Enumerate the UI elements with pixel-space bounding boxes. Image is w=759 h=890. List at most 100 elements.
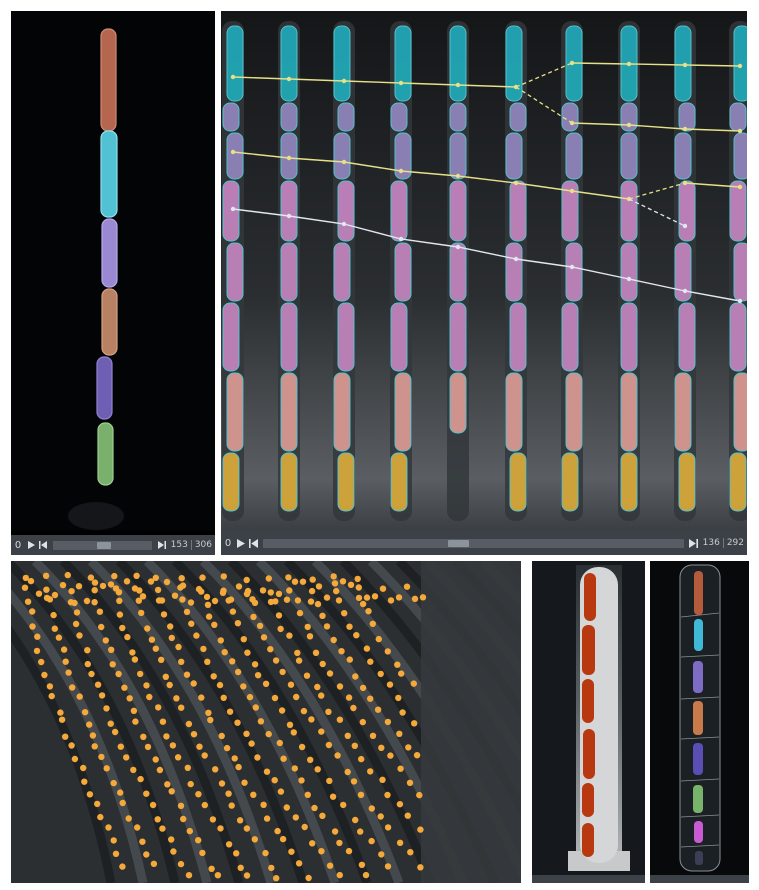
frame-slider-thumb[interactable] — [97, 541, 112, 549]
detected-point — [371, 593, 379, 600]
detected-point — [278, 707, 286, 714]
play-icon — [237, 538, 245, 548]
detected-point — [109, 661, 116, 668]
detected-point — [184, 764, 191, 771]
cell-segment — [505, 372, 523, 452]
detected-point — [419, 594, 427, 601]
detected-point — [115, 589, 123, 596]
detected-point — [225, 790, 232, 797]
detected-point — [318, 728, 325, 735]
cell-segment — [222, 102, 240, 132]
detected-point — [294, 649, 301, 657]
detected-point — [125, 815, 132, 822]
step-back-button[interactable] — [37, 539, 49, 551]
detected-point — [88, 670, 95, 678]
labeled-trench-panel — [650, 561, 749, 883]
cell-segment — [280, 25, 298, 102]
detected-point — [363, 594, 371, 601]
detected-point — [201, 801, 208, 809]
detected-point — [223, 744, 231, 752]
detected-point — [130, 766, 137, 774]
detected-point — [417, 864, 424, 871]
detected-point — [336, 716, 344, 723]
frame-slider-thumb[interactable] — [448, 539, 470, 547]
cell-segment — [280, 102, 298, 132]
cell-segment — [222, 180, 240, 242]
detected-point — [219, 589, 227, 596]
detected-point — [164, 781, 171, 788]
detected-point — [41, 671, 48, 679]
detected-point — [143, 851, 150, 858]
detected-point — [265, 730, 272, 738]
step-forward-button[interactable] — [688, 537, 700, 549]
detected-point — [283, 596, 291, 603]
play-button[interactable] — [235, 537, 247, 549]
step-forward-button[interactable] — [156, 539, 168, 551]
detected-point — [131, 656, 139, 663]
detected-point — [331, 828, 339, 835]
frame-slider[interactable] — [263, 538, 684, 548]
detected-point — [395, 594, 403, 601]
step-back-button[interactable] — [247, 537, 259, 549]
cell-segment — [449, 180, 467, 242]
detected-point — [217, 637, 224, 644]
detected-point — [275, 590, 283, 597]
detected-point — [188, 620, 195, 627]
detected-point — [311, 804, 318, 812]
play-button[interactable] — [25, 539, 37, 551]
detected-point — [218, 780, 226, 787]
detected-point — [306, 633, 314, 640]
detected-point — [159, 718, 167, 725]
cell-segment — [333, 25, 351, 102]
detected-point — [307, 598, 315, 605]
detected-point — [336, 871, 343, 879]
detected-point — [358, 755, 365, 763]
detected-point — [262, 849, 269, 857]
detected-point — [260, 801, 267, 808]
detected-point — [355, 594, 363, 602]
detected-point — [190, 731, 198, 738]
cell-segment — [449, 132, 467, 180]
detected-point — [117, 743, 125, 750]
cell-segment — [674, 25, 692, 102]
lineage-node — [737, 298, 743, 304]
detected-point — [368, 805, 375, 812]
detected-point — [163, 578, 171, 586]
detected-point — [251, 836, 258, 843]
detected-point — [295, 657, 303, 664]
detected-point — [262, 680, 270, 687]
detected-point — [318, 848, 325, 855]
detected-point — [226, 708, 234, 715]
detected-point — [359, 718, 366, 726]
detected-point — [154, 816, 161, 823]
detected-point — [265, 575, 272, 582]
detected-point — [355, 584, 362, 591]
detected-point — [319, 660, 326, 668]
detected-point — [76, 632, 83, 639]
lineage-node — [286, 213, 292, 219]
lineage-node — [455, 82, 461, 88]
detected-point — [27, 577, 35, 585]
lineage-tracking-panel: 0 136 292 — [221, 11, 747, 555]
detected-point — [308, 587, 316, 595]
detected-point — [359, 600, 367, 608]
cell-segment — [101, 288, 118, 356]
lineage-node — [513, 180, 519, 186]
detected-point — [139, 593, 147, 600]
detected-point — [195, 791, 202, 798]
cell-segment — [693, 743, 703, 775]
detected-point — [338, 648, 345, 655]
detected-point — [205, 613, 213, 620]
detected-point — [91, 587, 98, 594]
detected-point — [319, 612, 326, 619]
detected-point — [228, 802, 235, 809]
cell-segment — [100, 130, 118, 218]
detected-point — [72, 620, 80, 628]
cell-segment — [733, 132, 747, 180]
detected-point — [227, 596, 235, 603]
detected-point — [336, 839, 343, 847]
detected-point — [354, 575, 361, 583]
detected-point — [46, 683, 54, 690]
lineage-node — [455, 173, 461, 179]
frame-slider[interactable] — [53, 540, 152, 550]
